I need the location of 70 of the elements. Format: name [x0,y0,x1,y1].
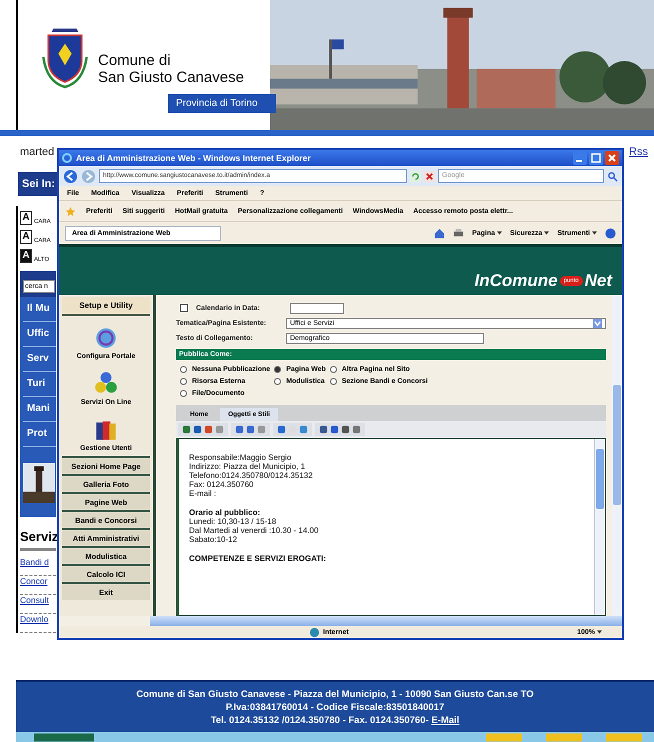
badge-icon [486,733,522,742]
radio-button[interactable] [180,390,187,397]
text-size-icon[interactable]: A [20,249,32,263]
radio-button[interactable] [180,378,187,385]
menu-item[interactable]: Turi [23,372,56,397]
province-band: Provincia di Torino [168,94,276,113]
footer-text: P.Iva:03841760014 - Codice Fiscale:83501840017 [226,702,444,712]
logo-text: InComune [474,271,558,291]
scrollbar[interactable] [594,439,605,615]
radio-button[interactable] [274,366,282,373]
badge-icon [546,733,582,742]
editor-heading: COMPETENZE E SERVIZI EROGATI: [189,554,328,563]
editor-line: Fax: 0124.350760 [189,480,254,489]
caret-icon [497,231,502,235]
radio-button[interactable] [330,378,337,385]
editor-line: Dal Martedi al venerdi :10.30 - 14.00 [189,526,320,535]
menu-item[interactable]: Serv [23,347,56,372]
caret-icon [597,630,602,634]
caret-icon [592,231,597,235]
sidebar-heading: Setup e Utility [62,297,150,316]
browser-icon [62,153,72,163]
footer-text: Tel. 0124.35132 /0124.350780 - Fax. 0124.350760- E-Mail [210,714,460,726]
editor-line: Responsabile:Maggio Sergio [189,453,292,462]
caret-icon [544,231,550,235]
menu-item[interactable]: Prot [23,422,56,447]
rss-link[interactable]: Rss [629,146,648,166]
minimize-icon[interactable] [573,151,587,165]
email-link[interactable]: E-Mail [431,714,460,726]
footer-text: Comune di San Giusto Canavese - Piazza del Municipio, 1 - 10090 San Giusto Can.se TO [136,688,534,700]
radio-button[interactable] [180,366,187,373]
radio-button[interactable] [274,378,282,385]
radio-button[interactable] [330,366,337,373]
date-text: marted [20,146,54,160]
service-link[interactable]: Bandi d [20,557,56,576]
scrollbar[interactable] [150,616,622,626]
menu-item[interactable]: Uffic [23,322,56,347]
date-field[interactable] [290,302,344,314]
badge-icon [34,733,94,742]
logo-text: Net [584,271,612,291]
editor-line: Indirizzo: Piazza del Municipio, 1 [189,462,306,471]
section-heading: Serviz [20,529,56,544]
stop-icon[interactable] [424,170,435,182]
editor-heading: Orario al pubblico: [189,508,262,517]
editor-line: Telefono:0124.350780/0124.35132 [189,471,314,480]
refresh-icon[interactable] [410,170,421,182]
menu-item[interactable]: Il Mu [23,297,56,322]
search-icon[interactable] [607,170,618,182]
star-icon[interactable] [65,206,76,216]
dropdown-icon [593,318,602,328]
site-title: San Giusto Canavese [98,69,244,86]
print-icon[interactable] [453,228,464,238]
text-size-icon[interactable]: A [20,230,32,244]
breadcrumb-label: Sei In: [22,178,56,190]
editor-line: Sabato:10-12 [189,535,238,544]
window-title: Area di Amministrazione Web - Windows Internet Explorer [76,153,312,163]
badge-icon [606,733,642,742]
service-link[interactable]: Downlo [20,614,56,633]
text-size-icon[interactable]: A [20,211,32,225]
back-icon[interactable] [63,168,78,184]
maximize-icon[interactable] [589,151,603,165]
site-title: Comune di [98,52,172,69]
home-icon[interactable] [434,228,446,238]
checkbox[interactable] [180,304,188,312]
close-icon[interactable] [605,151,619,165]
menu-item[interactable]: Mani [23,397,56,422]
service-link[interactable]: Consult [20,595,56,614]
editor-line: E-mail : [189,489,218,498]
editor-line: Lunedi: 10,30-13 / 15-18 [189,517,278,526]
scrollbar[interactable] [612,295,622,616]
service-link[interactable]: Concor [20,576,56,595]
